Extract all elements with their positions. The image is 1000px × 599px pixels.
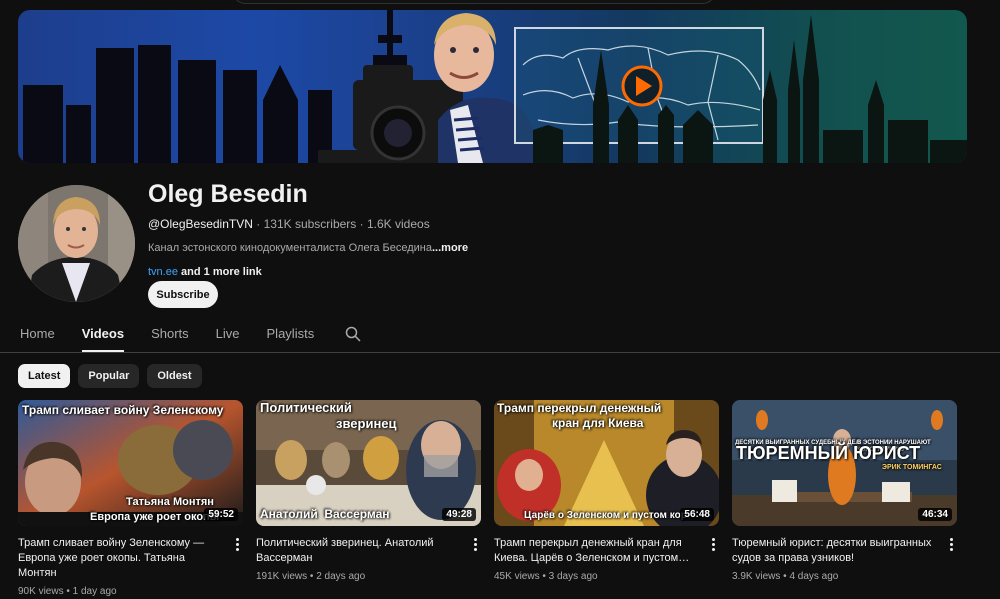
- channel-description[interactable]: Канал эстонского кинодокументалиста Олег…: [148, 240, 748, 256]
- thumbnail-caption: ТЮРЕМНЫЙ ЮРИСТ: [736, 443, 921, 463]
- thumbnail-caption: Политический: [260, 400, 352, 415]
- more-vert-icon[interactable]: [231, 536, 243, 552]
- video-thumbnail[interactable]: Политический зверинец Анатолий Вассерман…: [256, 400, 481, 526]
- video-meta: 90K views • 1 day ago: [18, 586, 243, 597]
- channel-handle: @OlegBesedinTVN: [148, 217, 253, 231]
- tab-videos[interactable]: Videos: [81, 320, 125, 352]
- video-age: 4 days ago: [789, 571, 839, 582]
- thumbnail-caption: Анатолий Вассерман: [260, 507, 390, 521]
- thumbnail-caption: Царёв о Зеленском и пустом кор: [524, 510, 687, 521]
- video-title[interactable]: Тюремный юрист: десятки выигранных судов…: [732, 536, 937, 566]
- description-more-link[interactable]: ...more: [432, 242, 468, 254]
- video-views: 191K views: [256, 571, 308, 582]
- video-duration: 59:52: [204, 508, 238, 521]
- thumbnail-caption: ЭРИК ТОМИНГАС: [882, 464, 942, 471]
- video-thumbnail[interactable]: Трамп перекрыл денежный кран для Киева Ц…: [494, 400, 719, 526]
- thumbnail-caption: Татьяна Монтян: [126, 496, 214, 508]
- thumbnail-caption: Трамп сливает войну Зеленскому: [22, 403, 224, 417]
- video-meta: 45K views • 3 days ago: [494, 571, 719, 582]
- channel-info: Oleg Besedin @OlegBesedinTVN · 131K subs…: [148, 178, 748, 280]
- channel-links[interactable]: tvn.ee and 1 more link: [148, 264, 748, 280]
- more-vert-icon[interactable]: [469, 536, 481, 552]
- thumbnail-caption: кран для Киева: [552, 416, 644, 430]
- subscriber-count: 131K subscribers: [263, 217, 357, 231]
- search-icon[interactable]: [345, 326, 361, 342]
- video-card[interactable]: Трамп перекрыл денежный кран для Киева Ц…: [494, 400, 719, 597]
- avatar-photo: [18, 185, 135, 302]
- tab-shorts[interactable]: Shorts: [151, 320, 189, 352]
- more-links-link[interactable]: and 1 more link: [181, 266, 262, 278]
- channel-banner: [18, 10, 967, 163]
- chip-latest[interactable]: Latest: [18, 364, 71, 388]
- meta-separator: •: [66, 586, 70, 597]
- channel-name: Oleg Besedin: [148, 180, 308, 208]
- thumbnail-caption: зверинец: [336, 416, 397, 431]
- tab-playlists[interactable]: Playlists: [267, 320, 315, 352]
- video-duration: 49:28: [442, 508, 476, 521]
- video-meta: 3.9K views • 4 days ago: [732, 571, 957, 582]
- meta-separator: ·: [256, 217, 261, 231]
- video-grid: Трамп сливает войну Зеленскому Татьяна М…: [18, 400, 957, 597]
- channel-meta: @OlegBesedinTVN · 131K subscribers · 1.6…: [148, 216, 748, 232]
- chip-oldest[interactable]: Oldest: [147, 364, 202, 388]
- tab-home[interactable]: Home: [20, 320, 55, 352]
- more-vert-icon[interactable]: [945, 536, 957, 552]
- channel-tabs: Home Videos Shorts Live Playlists: [20, 320, 361, 352]
- video-age: 2 days ago: [316, 571, 366, 582]
- search-bar-remnant[interactable]: [233, 0, 715, 4]
- sort-chips: Latest Popular Oldest: [18, 364, 202, 388]
- video-views: 45K views: [494, 571, 540, 582]
- video-meta: 191K views • 2 days ago: [256, 571, 481, 582]
- video-card[interactable]: ДЕСЯТКИ ВЫИГРАННЫХ СУДЕБНЫХ ДЕЛ В ЭСТОНИ…: [732, 400, 957, 597]
- banner-art: [23, 10, 967, 163]
- meta-separator: ·: [359, 217, 364, 231]
- channel-avatar[interactable]: [18, 185, 135, 302]
- video-thumbnail[interactable]: ДЕСЯТКИ ВЫИГРАННЫХ СУДЕБНЫХ ДЕЛ В ЭСТОНИ…: [732, 400, 957, 526]
- subscribe-button[interactable]: Subscribe: [148, 281, 218, 308]
- video-duration: 56:48: [680, 508, 714, 521]
- video-age: 3 days ago: [548, 571, 598, 582]
- video-card[interactable]: Трамп сливает войну Зеленскому Татьяна М…: [18, 400, 243, 597]
- thumbnail-caption: Европа уже роет окопы: [90, 511, 220, 523]
- video-thumbnail[interactable]: Трамп сливает войну Зеленскому Татьяна М…: [18, 400, 243, 526]
- video-duration: 46:34: [918, 508, 952, 521]
- meta-separator: •: [309, 571, 314, 582]
- video-card[interactable]: Политический зверинец Анатолий Вассерман…: [256, 400, 481, 597]
- video-views: 90K views: [18, 586, 64, 597]
- more-vert-icon[interactable]: [707, 536, 719, 552]
- video-age: 1 day ago: [72, 586, 117, 597]
- channel-link[interactable]: tvn.ee: [148, 266, 178, 278]
- meta-separator: •: [783, 571, 787, 582]
- chip-popular[interactable]: Popular: [78, 364, 140, 388]
- video-count: 1.6K videos: [367, 217, 430, 231]
- video-title[interactable]: Политический зверинец. Анатолий Вассерма…: [256, 536, 461, 566]
- tabs-divider: [0, 352, 1000, 353]
- video-title[interactable]: Трамп перекрыл денежный кран для Киева. …: [494, 536, 699, 566]
- video-views: 3.9K views: [732, 571, 781, 582]
- meta-separator: •: [542, 571, 546, 582]
- thumbnail-caption: Трамп перекрыл денежный: [497, 401, 662, 415]
- video-title[interactable]: Трамп сливает войну Зеленскому — Европа …: [18, 536, 223, 581]
- tab-live[interactable]: Live: [216, 320, 240, 352]
- description-text: Канал эстонского кинодокументалиста Олег…: [148, 242, 432, 254]
